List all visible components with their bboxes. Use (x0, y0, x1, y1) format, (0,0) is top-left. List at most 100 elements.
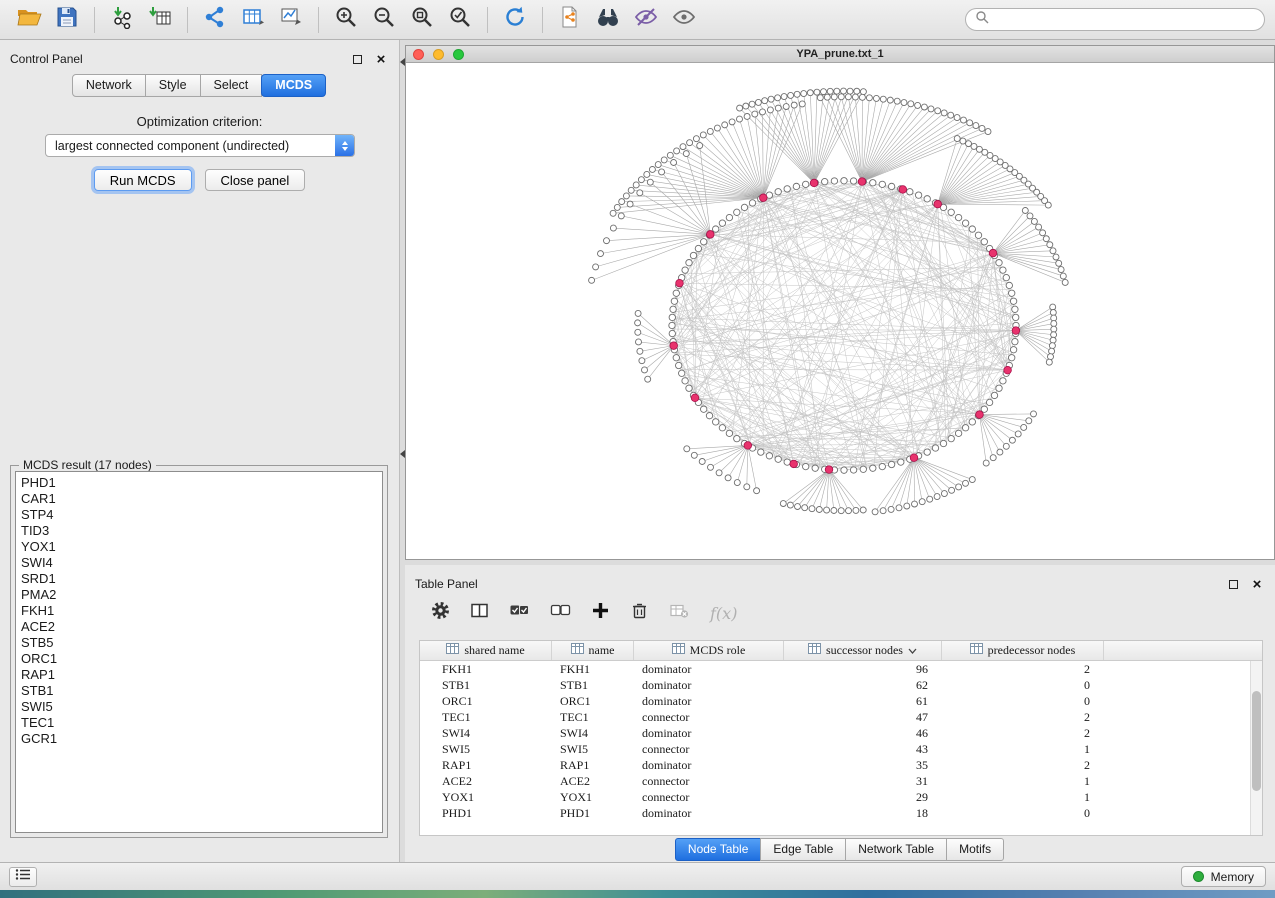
table-row[interactable]: ACE2ACE2connector311 (420, 773, 1262, 789)
close-window-icon[interactable] (413, 49, 424, 60)
table-row[interactable]: TEC1TEC1connector472 (420, 709, 1262, 725)
tab-network-table[interactable]: Network Table (845, 838, 947, 861)
mcds-result-item[interactable]: TEC1 (21, 715, 377, 731)
plus-icon (591, 601, 610, 625)
import-table-button[interactable] (141, 4, 179, 36)
tab-node-table[interactable]: Node Table (675, 838, 762, 861)
create-column-button[interactable] (591, 601, 610, 625)
column-sort-icon (571, 643, 584, 658)
cell-mcds-role: dominator (634, 677, 784, 693)
tab-style[interactable]: Style (145, 74, 201, 97)
mcds-result-title: MCDS result (17 nodes) (19, 458, 156, 472)
table-row[interactable]: ORC1ORC1dominator610 (420, 693, 1262, 709)
network-view[interactable] (406, 63, 1274, 559)
open-file-button[interactable] (10, 4, 48, 36)
close-panel-button[interactable]: × (1249, 576, 1265, 592)
run-mcds-button[interactable]: Run MCDS (94, 169, 192, 191)
tab-motifs[interactable]: Motifs (946, 838, 1004, 861)
tab-select[interactable]: Select (200, 74, 263, 97)
columns-icon (470, 601, 489, 625)
float-panel-button[interactable] (1225, 576, 1241, 592)
cell-successor-nodes: 61 (784, 693, 942, 709)
table-row[interactable]: SWI4SWI4dominator462 (420, 725, 1262, 741)
table-row[interactable]: YOX1YOX1connector291 (420, 789, 1262, 805)
table-row[interactable]: FKH1FKH1dominator962 (420, 661, 1262, 677)
column-sort-icon (808, 643, 821, 658)
float-panel-button[interactable] (349, 51, 365, 67)
export-image-button[interactable] (272, 4, 310, 36)
close-mcds-panel-button[interactable]: Close panel (205, 169, 306, 191)
function-builder-button-disabled: f(x) (710, 604, 737, 623)
mcds-result-item[interactable]: ORC1 (21, 651, 377, 667)
delete-column-button[interactable] (630, 601, 649, 625)
mcds-result-item[interactable]: GCR1 (21, 731, 377, 747)
mcds-result-item[interactable]: ACE2 (21, 619, 377, 635)
table-toolbar: f(x) (405, 595, 1275, 631)
cell-successor-nodes: 62 (784, 677, 942, 693)
table-row[interactable]: PHD1PHD1dominator180 (420, 805, 1262, 821)
unselect-all-columns-button[interactable] (550, 601, 571, 625)
mcds-result-item[interactable]: SRD1 (21, 571, 377, 587)
mcds-result-item[interactable]: STB1 (21, 683, 377, 699)
mcds-result-item[interactable]: YOX1 (21, 539, 377, 555)
search-input[interactable] (995, 13, 1255, 27)
maximize-window-icon[interactable] (453, 49, 464, 60)
column-header-name[interactable]: name (552, 641, 634, 660)
cell-name: YOX1 (552, 789, 634, 805)
new-network-button[interactable] (196, 4, 234, 36)
cell-shared-name: FKH1 (420, 661, 552, 677)
table-row[interactable]: SWI5SWI5connector431 (420, 741, 1262, 757)
column-header-successor-nodes[interactable]: successor nodes (784, 641, 942, 660)
mcds-result-item[interactable]: SWI4 (21, 555, 377, 571)
mcds-result-item[interactable]: STB5 (21, 635, 377, 651)
mcds-result-item[interactable]: FKH1 (21, 603, 377, 619)
table-scrollbar[interactable] (1250, 661, 1262, 835)
zoom-in-button[interactable] (327, 4, 365, 36)
mcds-result-item[interactable]: RAP1 (21, 667, 377, 683)
scrollbar-thumb[interactable] (1252, 691, 1261, 791)
show-details-button[interactable] (665, 4, 703, 36)
tab-network[interactable]: Network (72, 74, 146, 97)
search-box[interactable] (965, 8, 1265, 31)
mcds-result-item[interactable]: CAR1 (21, 491, 377, 507)
mcds-result-item[interactable]: STP4 (21, 507, 377, 523)
close-panel-button[interactable]: × (373, 51, 389, 67)
show-columns-button[interactable] (470, 601, 489, 625)
import-network-button[interactable] (103, 4, 141, 36)
zoom-selected-button[interactable] (441, 4, 479, 36)
column-header-shared-name[interactable]: shared name (420, 641, 552, 660)
column-header-predecessor-nodes[interactable]: predecessor nodes (942, 641, 1104, 660)
mcds-result-item[interactable]: PMA2 (21, 587, 377, 603)
refresh-button[interactable] (496, 4, 534, 36)
find-button[interactable] (589, 4, 627, 36)
memory-status-icon (1193, 871, 1204, 882)
mcds-result-list[interactable]: PHD1CAR1STP4TID3YOX1SWI4SRD1PMA2FKH1ACE2… (15, 471, 383, 833)
table-settings-button[interactable] (431, 601, 450, 625)
zoom-out-button[interactable] (365, 4, 403, 36)
application-window: Control Panel × Network Style Select MCD… (0, 0, 1275, 898)
new-table-icon (241, 5, 265, 34)
memory-button[interactable]: Memory (1181, 866, 1266, 887)
new-table-button[interactable] (234, 4, 272, 36)
mcds-result-item[interactable]: SWI5 (21, 699, 377, 715)
cell-name: RAP1 (552, 757, 634, 773)
tab-edge-table[interactable]: Edge Table (760, 838, 846, 861)
save-session-button[interactable] (48, 4, 86, 36)
float-icon (353, 55, 362, 64)
table-row[interactable]: STB1STB1dominator620 (420, 677, 1262, 693)
mcds-result-item[interactable]: TID3 (21, 523, 377, 539)
mcds-result-item[interactable]: PHD1 (21, 475, 377, 491)
status-menu-button[interactable] (9, 867, 37, 887)
zoom-fit-button[interactable] (403, 4, 441, 36)
optimization-criterion-select[interactable]: largest connected component (undirected) (45, 134, 355, 157)
tab-mcds[interactable]: MCDS (261, 74, 326, 97)
minimize-window-icon[interactable] (433, 49, 444, 60)
chevron-down-icon[interactable] (908, 643, 917, 658)
share-document-button[interactable] (551, 4, 589, 36)
hide-details-button[interactable] (627, 4, 665, 36)
network-share-icon (203, 5, 227, 34)
select-all-columns-button[interactable] (509, 601, 530, 625)
network-window-titlebar[interactable]: YPA_prune.txt_1 (406, 46, 1274, 63)
column-header-mcds-role[interactable]: MCDS role (634, 641, 784, 660)
table-row[interactable]: RAP1RAP1dominator352 (420, 757, 1262, 773)
